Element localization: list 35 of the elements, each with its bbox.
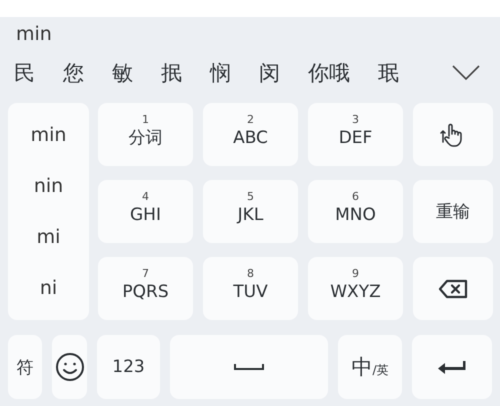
letter-key[interactable]: 1 分词	[98, 103, 193, 166]
letter-key[interactable]: 8 TUV	[203, 257, 298, 320]
candidate-word[interactable]: 闵	[259, 58, 280, 86]
letter-key[interactable]: 7 PQRS	[98, 257, 193, 320]
letter-key[interactable]: 3 DEF	[308, 103, 403, 166]
symbol-key[interactable]: 符	[8, 335, 42, 399]
candidate-word[interactable]: 珉	[378, 58, 399, 86]
smiley-icon	[54, 352, 84, 382]
pinyin-option[interactable]: nin	[34, 174, 64, 197]
letter-key[interactable]: 9 WXYZ	[308, 257, 403, 320]
pinyin-option[interactable]: mi	[36, 226, 60, 248]
candidate-word[interactable]: 悯	[210, 58, 231, 86]
enter-icon	[437, 359, 467, 375]
enter-key[interactable]	[412, 335, 492, 399]
reset-key[interactable]: 重输	[413, 180, 493, 243]
pinyin-option[interactable]: ni	[40, 277, 58, 300]
candidate-word[interactable]: 您	[63, 58, 84, 86]
candidate-word[interactable]: 敏	[112, 58, 133, 86]
candidate-word[interactable]: 抿	[161, 58, 182, 86]
letter-key[interactable]: 4 GHI	[98, 180, 193, 243]
candidate-word[interactable]: 民	[14, 58, 35, 86]
gesture-key[interactable]	[413, 103, 493, 166]
backspace-key[interactable]	[413, 257, 493, 320]
letter-key[interactable]: 2 ABC	[203, 103, 298, 166]
backspace-icon	[438, 278, 468, 298]
composition-text: min	[16, 22, 52, 44]
letter-key[interactable]: 6 MNO	[308, 180, 403, 243]
number-key[interactable]: 123	[97, 335, 160, 399]
chevron-down-icon[interactable]	[452, 64, 480, 80]
letter-key[interactable]: 5 JKL	[203, 180, 298, 243]
emoji-key[interactable]	[52, 335, 87, 399]
pinyin-option[interactable]: min	[30, 124, 66, 146]
candidate-word[interactable]: 你哦	[308, 58, 350, 86]
space-icon	[234, 363, 264, 371]
language-key[interactable]: 中/英	[338, 335, 402, 399]
